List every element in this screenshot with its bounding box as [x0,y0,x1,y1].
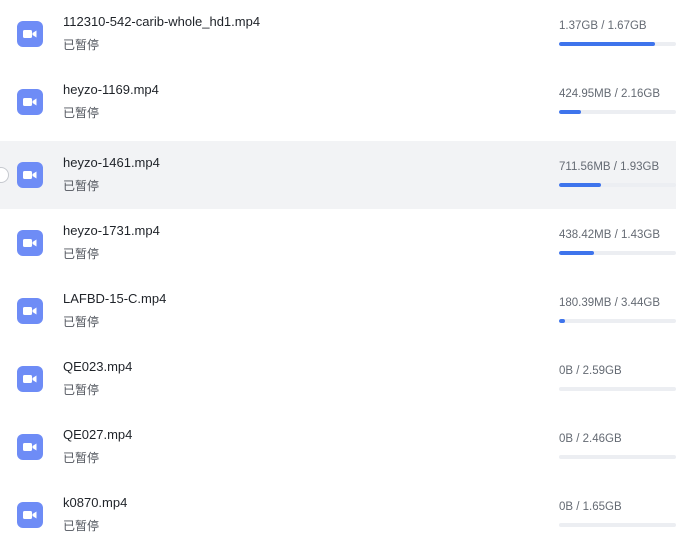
download-size: 424.95MB / 2.16GB [559,88,661,100]
file-name: QE027.mp4 [63,427,133,442]
download-size: 1.37GB / 1.67GB [559,20,647,32]
progress-bar-fill [559,110,582,114]
download-size: 0B / 2.46GB [559,433,622,445]
file-name: 112310-542-carib-whole_hd1.mp4 [63,14,261,29]
progress-bar-fill [559,319,565,323]
video-file-icon [17,366,43,392]
progress-bar [559,110,676,114]
download-row[interactable]: QE027.mp4 已暂停 0B / 2.46GB [0,413,676,481]
download-row[interactable]: LAFBD-15-C.mp4 已暂停 180.39MB / 3.44GB [0,277,676,345]
download-status: 已暂停 [63,451,100,465]
progress-bar [559,387,676,391]
progress-bar [559,183,676,187]
download-size: 0B / 2.59GB [559,365,622,377]
video-file-icon [17,162,43,188]
file-name: k0870.mp4 [63,495,128,510]
progress-bar [559,319,676,323]
download-row[interactable]: heyzo-1731.mp4 已暂停 438.42MB / 1.43GB [0,209,676,277]
video-file-icon [17,21,43,47]
video-file-icon [17,502,43,528]
download-row[interactable]: k0870.mp4 已暂停 0B / 1.65GB [0,481,676,539]
download-list: 112310-542-carib-whole_hd1.mp4 已暂停 1.37GB … [0,0,676,539]
download-size: 711.56MB / 1.93GB [559,161,660,173]
download-status: 已暂停 [63,38,100,52]
download-status: 已暂停 [63,383,100,397]
video-file-icon [17,298,43,324]
progress-bar [559,42,676,46]
progress-bar-fill [559,183,602,187]
video-file-icon [17,434,43,460]
video-file-icon [17,89,43,115]
file-name: heyzo-1169.mp4 [63,82,159,97]
download-size: 438.42MB / 1.43GB [559,229,661,241]
progress-bar [559,455,676,459]
file-name: QE023.mp4 [63,359,133,374]
file-name: heyzo-1461.mp4 [63,155,160,170]
download-size: 180.39MB / 3.44GB [559,297,661,309]
progress-bar-fill [559,251,595,255]
download-size: 0B / 1.65GB [559,501,622,513]
row-select-radio[interactable] [0,167,9,183]
download-status: 已暂停 [63,315,100,329]
file-name: heyzo-1731.mp4 [63,223,160,238]
progress-bar [559,523,676,527]
download-row[interactable]: heyzo-1169.mp4 已暂停 424.95MB / 2.16GB [0,68,676,136]
video-file-icon [17,230,43,256]
progress-bar-fill [559,42,655,46]
download-row[interactable]: 112310-542-carib-whole_hd1.mp4 已暂停 1.37GB … [0,0,676,68]
download-status: 已暂停 [63,179,100,193]
download-status: 已暂停 [63,519,100,533]
file-name: LAFBD-15-C.mp4 [63,291,167,306]
download-row[interactable]: QE023.mp4 已暂停 0B / 2.59GB [0,345,676,413]
progress-bar [559,251,676,255]
download-status: 已暂停 [63,106,100,120]
download-status: 已暂停 [63,247,100,261]
download-row[interactable]: heyzo-1461.mp4 已暂停 711.56MB / 1.93GB [0,141,676,209]
